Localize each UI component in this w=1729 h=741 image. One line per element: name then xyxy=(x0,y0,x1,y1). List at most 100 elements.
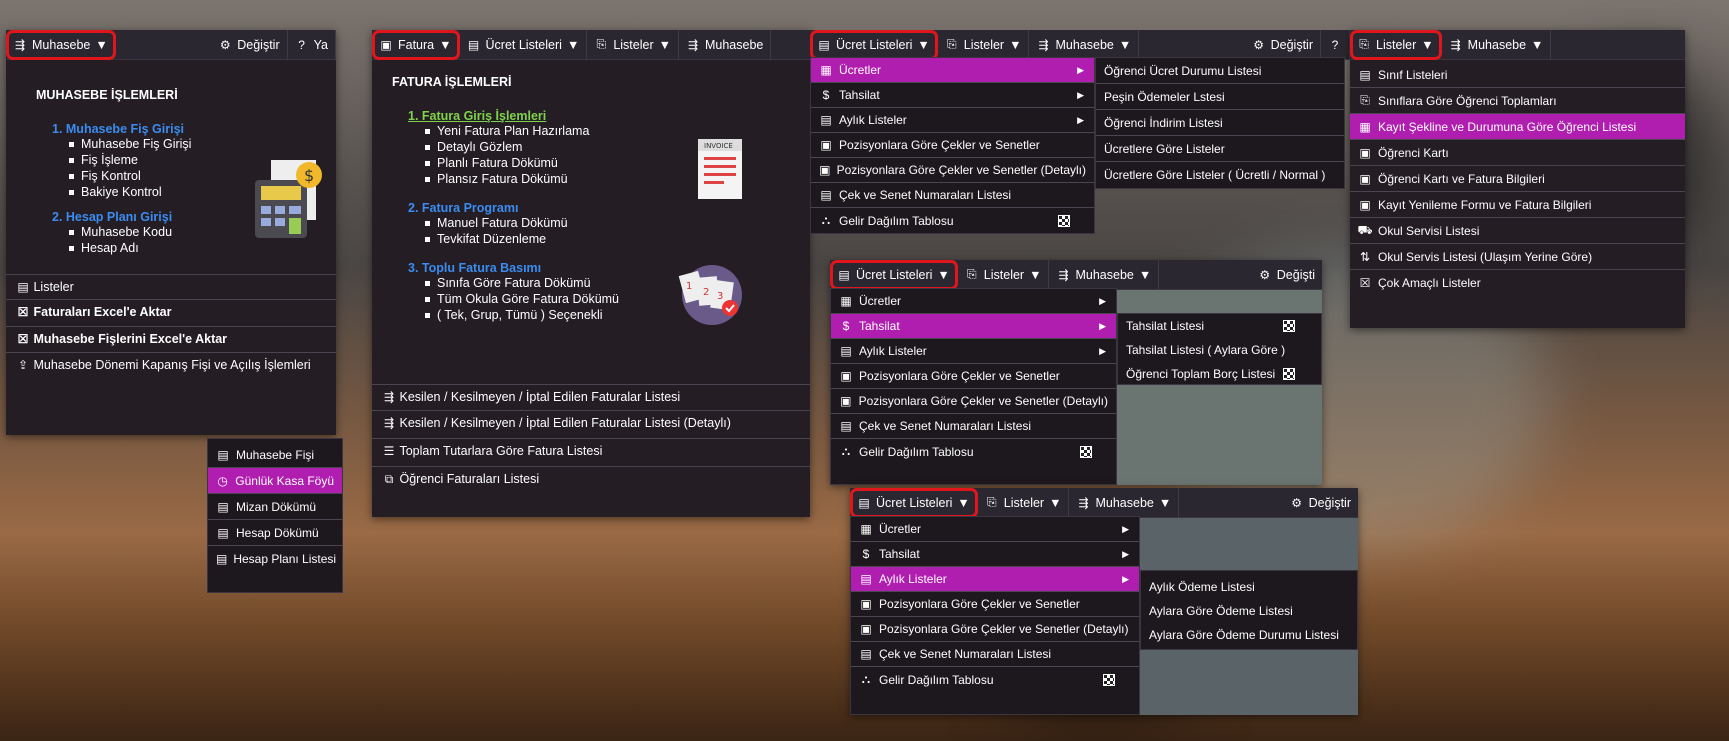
dollar-icon: $ xyxy=(822,88,830,102)
gear-icon: ⚙ xyxy=(219,37,231,52)
menu-item[interactable]: Tahsilat Listesi ( Aylara Göre ) xyxy=(1118,338,1321,362)
menu-item[interactable]: ▤ Muhasebe Fişi xyxy=(208,442,342,468)
menu-item[interactable]: Peşin Ödemeler Lstesi xyxy=(1096,84,1344,110)
menu-item[interactable]: ▣ Pozisyonlara Göre Çekler ve Senetler xyxy=(851,592,1139,617)
menu-item[interactable]: ▣ Pozisyonlara Göre Çekler ve Senetler (D… xyxy=(811,158,1094,183)
muhasebe-button[interactable]: ⇶ Muhasebe ▼ xyxy=(1442,30,1552,60)
menu-item[interactable]: ⛟ Okul Servisi Listesi xyxy=(1350,218,1685,244)
menu-item-tahsilat[interactable]: $ Tahsilat ▶ xyxy=(851,542,1139,567)
menu-item[interactable]: ⛬ Gelir Dağılım Tablosu xyxy=(831,439,1116,464)
listeler-button[interactable]: ⎘ Listeler ▼ xyxy=(587,30,679,60)
panel-title: FATURA İŞLEMLERİ xyxy=(392,75,512,89)
menu-item[interactable]: ▤ Hesap Planı Listesi xyxy=(208,546,342,572)
listeler-button[interactable]: ⎘ Listeler ▼ xyxy=(938,29,1030,60)
document-icon: ▤ xyxy=(820,113,832,127)
menu-item[interactable]: ▦ Kayıt Şekline ve Durumuna Göre Öğrenci … xyxy=(1350,114,1685,140)
muhasebe-button[interactable]: ⇶ Muhasebe ▼ xyxy=(1029,29,1140,60)
menu-item[interactable]: ☒ Çok Amaçlı Listeler xyxy=(1350,270,1685,296)
stacked-pages-icon: 1 2 3 xyxy=(678,265,742,325)
menu-item[interactable]: ▣ Pozisyonlara Göre Çekler ve Senetler (D… xyxy=(851,617,1139,642)
menu-item-aylik[interactable]: ▤ Aylık Listeler ▶ xyxy=(831,339,1116,364)
menu-item[interactable]: Aylık Ödeme Listesi xyxy=(1141,575,1357,599)
ucret-listeleri-button[interactable]: ▤ Ücret Listeleri ▼ xyxy=(830,260,958,290)
excel-fis-row[interactable]: ☒ Muhasebe Fişlerini Excel'e Aktar xyxy=(6,326,336,351)
toplam-tutarlar-row[interactable]: ☰ Toplam Tutarlara Göre Fatura Listesi xyxy=(372,438,810,463)
muhasebe-button[interactable]: ⇶ Muhasebe ▼ xyxy=(1069,488,1180,518)
menu-item[interactable]: Öğrenci Ücret Durumu Listesi xyxy=(1096,58,1344,84)
menu-item[interactable]: ▤ Sınıf Listeleri xyxy=(1350,62,1685,88)
list-item[interactable]: Hesap Adı xyxy=(67,240,326,256)
muhasebe-menu-button[interactable]: ⇶ Muhasebe ▼ xyxy=(6,30,116,60)
group-link-1[interactable]: 1. Fatura Giriş İşlemleri xyxy=(408,109,722,123)
ucret-listeleri-button[interactable]: ▤ Ücret Listeleri ▼ xyxy=(810,29,938,60)
degistir-button[interactable]: ⚙ Değiştir xyxy=(211,30,288,60)
help-button[interactable]: ? xyxy=(1321,29,1350,60)
document-icon: ▣ xyxy=(820,138,832,152)
help-button[interactable]: ? Ya xyxy=(288,30,336,60)
list-item[interactable]: Plansız Fatura Dökümü xyxy=(423,171,722,187)
menu-item[interactable]: Ücretlere Göre Listeler xyxy=(1096,136,1344,162)
degistir-button[interactable]: ⚙ Değiştir xyxy=(1245,29,1321,60)
listeler-button[interactable]: ⎘ Listeler ▼ xyxy=(978,488,1070,518)
menu-item-ucretler[interactable]: ▦ Ücretler ▶ xyxy=(831,289,1116,314)
menu-item[interactable]: ⛬ Gelir Dağılım Tablosu xyxy=(811,208,1094,233)
menu-item-aylik[interactable]: ▤ Aylık Listeler ▶ xyxy=(851,567,1139,592)
listeler-button[interactable]: ⎘ Listeler ▼ xyxy=(958,260,1050,290)
document-icon: ▣ xyxy=(840,394,852,408)
menu-item[interactable]: ▤ Hesap Dökümü xyxy=(208,520,342,546)
list-item[interactable]: Tevkifat Düzenleme xyxy=(423,231,722,247)
excel-invoices-row[interactable]: ☒ Faturaları Excel'e Aktar xyxy=(6,299,336,324)
menu-item[interactable]: Öğrenci Toplam Borç Listesi xyxy=(1118,362,1321,386)
menu-item-tahsilat[interactable]: $ Tahsilat ▶ xyxy=(831,314,1116,339)
menu-item-ucretler[interactable]: ▦ Ücretler ▶ xyxy=(811,58,1094,83)
muhasebe-button[interactable]: ⇶ Muhasebe xyxy=(679,30,772,60)
menu-item[interactable]: Aylara Göre Ödeme Listesi xyxy=(1141,599,1357,623)
bus-icon: ⛟ xyxy=(1357,222,1373,237)
menu-item[interactable]: ◷ Günlük Kasa Föyü xyxy=(208,468,342,494)
kapanis-row[interactable]: ⇪ Muhasebe Dönemi Kapanış Fişi ve Açılış… xyxy=(6,352,336,377)
faturalar-listesi-row[interactable]: ⇶ Kesilen / Kesilmeyen / İptal Edilen Fa… xyxy=(372,384,810,409)
listeler-row[interactable]: ▤ Listeler xyxy=(6,274,336,299)
menu-item[interactable]: Aylara Göre Ödeme Durumu Listesi xyxy=(1141,623,1357,647)
menu-item[interactable]: ▤ Mizan Dökümü xyxy=(208,494,342,520)
list-item[interactable]: Yeni Fatura Plan Hazırlama xyxy=(423,123,722,139)
menu-item[interactable]: ▣ Pozisyonlara Göre Çekler ve Senetler xyxy=(811,133,1094,158)
menu-item[interactable]: ▤ Çek ve Senet Numaraları Listesi xyxy=(831,414,1116,439)
menu-item[interactable]: Tahsilat Listesi xyxy=(1118,314,1321,338)
list-item[interactable]: Muhasebe Fiş Girişi xyxy=(67,136,326,152)
menu-item[interactable]: ▤ Çek ve Senet Numaraları Listesi xyxy=(811,183,1094,208)
menu-item[interactable]: ▣ Öğrenci Kartı ve Fatura Bilgileri xyxy=(1350,166,1685,192)
menu-item[interactable]: ▣ Pozisyonlara Göre Çekler ve Senetler xyxy=(831,364,1116,389)
menu-item[interactable]: ⛬ Gelir Dağılım Tablosu xyxy=(851,667,1139,692)
menu-item[interactable]: ▣ Öğrenci Kartı xyxy=(1350,140,1685,166)
menu-item[interactable]: ▤ Çek ve Senet Numaraları Listesi xyxy=(851,642,1139,667)
group-link-2[interactable]: 2. Fatura Programı xyxy=(408,201,722,215)
ucret-listeleri-button[interactable]: ▤ Ücret Listeleri ▼ xyxy=(850,488,978,518)
group-link-1[interactable]: 1. Muhasebe Fiş Girişi xyxy=(52,122,326,136)
menu-item[interactable]: ▣ Kayıt Yenileme Formu ve Fatura Bilgiler… xyxy=(1350,192,1685,218)
menu-item-tahsilat[interactable]: $ Tahsilat ▶ xyxy=(811,83,1094,108)
menu-item-aylik[interactable]: ▤ Aylık Listeler ▶ xyxy=(811,108,1094,133)
menu-item[interactable]: ⇅ Okul Servis Listesi (Ulaşım Yerine Göre… xyxy=(1350,244,1685,270)
gear-icon: ⚙ xyxy=(1291,495,1302,510)
sitemap-icon: ⛬ xyxy=(841,444,851,458)
ucret-listeleri-button[interactable]: ▤ Ücret Listeleri ▼ xyxy=(460,30,588,60)
list-item[interactable]: Detaylı Gözlem xyxy=(423,139,722,155)
fatura-menu-button[interactable]: ▣ Fatura ▼ xyxy=(372,30,460,60)
list-item[interactable]: Manuel Fatura Dökümü xyxy=(423,215,722,231)
listeler-menu-button[interactable]: ⎘ Listeler ▼ xyxy=(1350,30,1442,60)
menu-item[interactable]: ⎘ Sınıflara Göre Öğrenci Toplamları xyxy=(1350,88,1685,114)
menu-item[interactable]: Öğrenci İndirim Listesi xyxy=(1096,110,1344,136)
degistir-button[interactable]: ⚙ Değiştir xyxy=(1283,488,1358,518)
faturalar-detayli-row[interactable]: ⇶ Kesilen / Kesilmeyen / İptal Edilen Fa… xyxy=(372,410,810,435)
muhasebe-button[interactable]: ⇶ Muhasebe ▼ xyxy=(1049,260,1160,290)
list-item[interactable]: Planlı Fatura Dökümü xyxy=(423,155,722,171)
document-icon: ▤ xyxy=(17,280,29,294)
menu-item-ucretler[interactable]: ▦ Ücretler ▶ xyxy=(851,517,1139,542)
degistir-button[interactable]: ⚙ Değişti xyxy=(1251,260,1322,290)
sitemap-icon: ⛬ xyxy=(821,213,831,227)
menu-item[interactable]: Ücretlere Göre Listeler ( Ücretli / Norm… xyxy=(1096,162,1344,188)
dollar-icon: $ xyxy=(842,319,850,333)
ogrenci-faturalari-row[interactable]: ⧉ Öğrenci Faturaları Listesi xyxy=(372,466,810,491)
menu-item[interactable]: ▣ Pozisyonlara Göre Çekler ve Senetler (D… xyxy=(831,389,1116,414)
